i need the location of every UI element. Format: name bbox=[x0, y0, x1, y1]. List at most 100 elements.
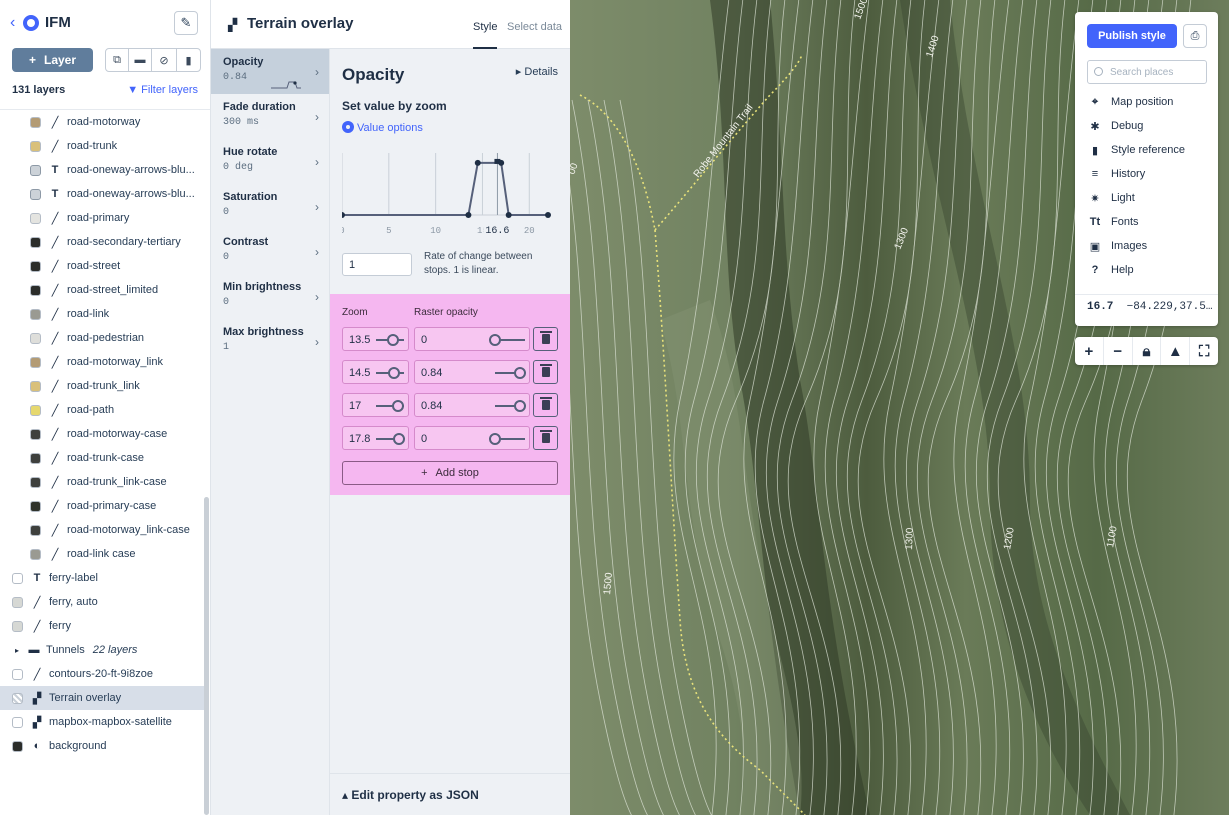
map-toolbar: Publish style ⎙ Search places ⌖ Map posit… bbox=[1075, 12, 1218, 326]
property-item[interactable]: Hue rotate 0 deg › bbox=[211, 139, 329, 184]
layer-row[interactable]: ╱ road-trunk_link bbox=[0, 374, 204, 398]
lock-icon[interactable]: 🔒︎ bbox=[1133, 337, 1162, 365]
zoom-stop-input[interactable]: 17.8 bbox=[342, 426, 409, 450]
layer-name: road-link bbox=[67, 308, 110, 320]
layer-row[interactable]: ╱ contours-20-ft-9i8zoe bbox=[0, 662, 204, 686]
layer-row[interactable]: ▞ Terrain overlay bbox=[0, 686, 204, 710]
caret-right-icon[interactable]: ▸ bbox=[12, 646, 22, 655]
layer-row[interactable]: ╱ road-motorway_link-case bbox=[0, 518, 204, 542]
menu-item-label: Light bbox=[1111, 192, 1135, 204]
layer-list-scrollbar[interactable] bbox=[204, 497, 209, 815]
value-stop-input[interactable]: 0.84 bbox=[414, 393, 530, 417]
property-item[interactable]: Max brightness 1 › bbox=[211, 319, 329, 364]
layer-row[interactable]: ╱ ferry bbox=[0, 614, 204, 638]
value-slider-knob[interactable] bbox=[489, 334, 501, 346]
edit-style-button[interactable]: ✎ bbox=[174, 11, 198, 35]
layer-row[interactable]: ╱ road-link bbox=[0, 302, 204, 326]
menu-item[interactable]: ✱ Debug bbox=[1087, 116, 1212, 136]
layer-row[interactable]: ◐ background bbox=[0, 734, 204, 758]
menu-item[interactable]: ≡ History bbox=[1087, 164, 1212, 184]
zoom-out-button[interactable]: − bbox=[1104, 337, 1133, 365]
zoom-slider-knob[interactable] bbox=[388, 367, 401, 379]
property-item[interactable]: Fade duration 300 ms › bbox=[211, 94, 329, 139]
delete-stop-button[interactable] bbox=[533, 327, 558, 351]
chart-point bbox=[474, 159, 481, 166]
delete-icon[interactable]: ▮ bbox=[177, 49, 200, 71]
layer-row[interactable]: ▞ mapbox-mapbox-satellite bbox=[0, 710, 204, 734]
duplicate-icon[interactable]: ⧉ bbox=[106, 49, 129, 71]
rate-of-change-input[interactable]: 1 bbox=[342, 253, 412, 276]
menu-item[interactable]: ⌖ Map position bbox=[1087, 92, 1212, 112]
layer-row[interactable]: ╱ road-trunk bbox=[0, 134, 204, 158]
zoom-stop-input[interactable]: 13.5 bbox=[342, 327, 409, 351]
value-stop-input[interactable]: 0 bbox=[414, 426, 530, 450]
layer-row[interactable]: ╱ road-trunk-case bbox=[0, 446, 204, 470]
tab-style[interactable]: Style bbox=[473, 21, 498, 49]
layer-swatch bbox=[30, 428, 41, 440]
raster-layer-icon: ▞ bbox=[32, 692, 42, 705]
layer-row[interactable]: ╱ road-motorway bbox=[0, 110, 204, 134]
menu-item[interactable]: ? Help bbox=[1087, 260, 1212, 280]
zoom-in-button[interactable]: + bbox=[1075, 337, 1104, 365]
line-layer-icon: ╱ bbox=[51, 116, 59, 129]
hide-icon[interactable]: ⊘ bbox=[152, 49, 177, 71]
zoom-stop-input[interactable]: 14.5 bbox=[342, 360, 409, 384]
layer-name: road-street_limited bbox=[67, 284, 159, 296]
layer-row[interactable]: ╱ road-link case bbox=[0, 542, 204, 566]
layer-row[interactable]: ╱ road-pedestrian bbox=[0, 326, 204, 350]
folder-icon[interactable]: ▬ bbox=[129, 49, 152, 71]
layer-swatch bbox=[30, 284, 41, 296]
publish-style-button[interactable]: Publish style bbox=[1087, 24, 1177, 48]
layer-swatch bbox=[30, 332, 41, 344]
layer-row[interactable]: ╱ road-primary bbox=[0, 206, 204, 230]
property-item[interactable]: Opacity 0.84 › bbox=[211, 49, 329, 94]
layer-row[interactable]: ╱ road-secondary-tertiary bbox=[0, 230, 204, 254]
zoom-function-chart[interactable]: 0510152016.6 bbox=[342, 149, 562, 245]
compass-icon[interactable]: ▲ bbox=[1161, 337, 1191, 365]
layer-row[interactable]: ╱ ferry, auto bbox=[0, 590, 204, 614]
layer-row[interactable]: ╱ road-trunk_link-case bbox=[0, 470, 204, 494]
delete-stop-button[interactable] bbox=[533, 426, 558, 450]
menu-item[interactable]: ✷ Light bbox=[1087, 188, 1212, 208]
layer-row[interactable]: ╱ road-path bbox=[0, 398, 204, 422]
value-options-link[interactable]: Value options bbox=[342, 121, 423, 134]
layer-row[interactable]: ╱ road-street_limited bbox=[0, 278, 204, 302]
value-slider-knob[interactable] bbox=[514, 367, 527, 379]
layer-row[interactable]: ▸ ▬ Tunnels 22 layers bbox=[0, 638, 204, 662]
layer-row[interactable]: Troad-oneway-arrows-blu... bbox=[0, 182, 204, 206]
delete-stop-button[interactable] bbox=[533, 393, 558, 417]
zoom-slider-knob[interactable] bbox=[387, 334, 400, 346]
value-stop-input[interactable]: 0.84 bbox=[414, 360, 530, 384]
zoom-slider-knob[interactable] bbox=[391, 400, 404, 412]
back-chevron-icon[interactable]: ‹ bbox=[10, 14, 15, 32]
menu-item[interactable]: Tt Fonts bbox=[1087, 212, 1212, 232]
property-item[interactable]: Min brightness 0 › bbox=[211, 274, 329, 319]
layer-row[interactable]: ╱ road-primary-case bbox=[0, 494, 204, 518]
layer-row[interactable]: ╱ road-motorway-case bbox=[0, 422, 204, 446]
divider bbox=[1075, 294, 1218, 295]
value-stop-input[interactable]: 0 bbox=[414, 327, 530, 351]
add-stop-button[interactable]: + Add stop bbox=[342, 461, 558, 485]
layer-row[interactable]: Troad-oneway-arrows-blu... bbox=[0, 158, 204, 182]
layer-row[interactable]: Tferry-label bbox=[0, 566, 204, 590]
layer-row[interactable]: ╱ road-motorway_link bbox=[0, 350, 204, 374]
value-slider-knob[interactable] bbox=[489, 433, 501, 445]
tab-select-data[interactable]: Select data bbox=[507, 21, 562, 33]
edit-json-toggle[interactable]: ▴ Edit property as JSON bbox=[330, 773, 570, 815]
value-slider-knob[interactable] bbox=[514, 400, 527, 412]
line-layer-icon: ╱ bbox=[51, 140, 59, 153]
menu-item[interactable]: ▣ Images bbox=[1087, 236, 1212, 256]
property-item[interactable]: Contrast 0 › bbox=[211, 229, 329, 274]
add-layer-button[interactable]: + Layer bbox=[12, 48, 93, 72]
fullscreen-icon[interactable]: ⛶ bbox=[1190, 337, 1218, 365]
zoom-slider-knob[interactable] bbox=[392, 433, 405, 445]
details-toggle[interactable]: ▸ Details bbox=[516, 65, 558, 78]
zoom-stop-input[interactable]: 17 bbox=[342, 393, 409, 417]
filter-layers-link[interactable]: ▼ Filter layers bbox=[127, 84, 198, 96]
layer-row[interactable]: ╱ road-street bbox=[0, 254, 204, 278]
print-button[interactable]: ⎙ bbox=[1183, 24, 1207, 48]
search-places-input[interactable]: Search places bbox=[1087, 60, 1207, 84]
delete-stop-button[interactable] bbox=[533, 360, 558, 384]
property-item[interactable]: Saturation 0 › bbox=[211, 184, 329, 229]
menu-item[interactable]: ▮ Style reference bbox=[1087, 140, 1212, 160]
